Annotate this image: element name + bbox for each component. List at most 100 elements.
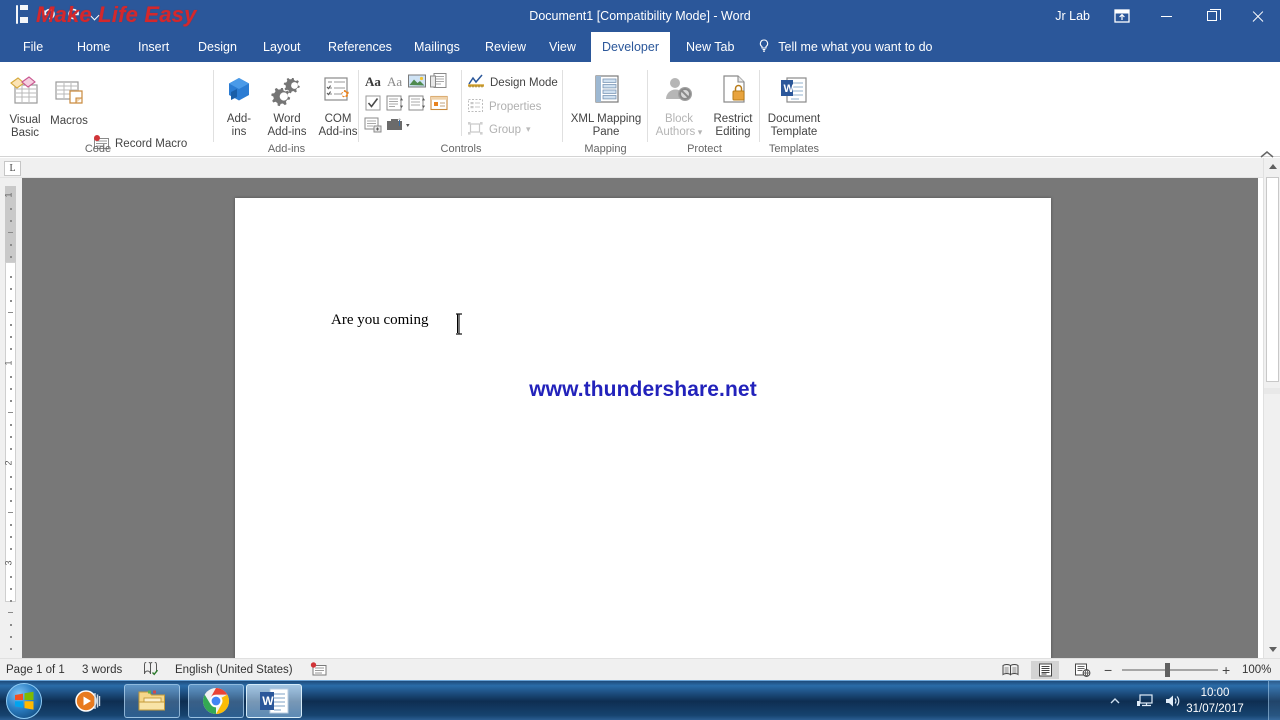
tab-stop-selector[interactable]: L xyxy=(4,161,21,176)
restrict-editing-label-1: Restrict xyxy=(713,113,753,125)
tab-view[interactable]: View xyxy=(538,32,587,62)
repeating-section-content-control-icon[interactable] xyxy=(363,116,383,134)
network-icon[interactable] xyxy=(1134,690,1156,712)
document-canvas[interactable]: Are you coming www.thundershare.net xyxy=(22,178,1258,698)
svg-text:Aa: Aa xyxy=(365,74,381,89)
picture-content-control-icon[interactable] xyxy=(407,72,427,90)
account-user-name[interactable]: Jr Lab xyxy=(1055,0,1090,32)
zoom-out-button[interactable]: − xyxy=(1104,659,1112,681)
start-orb[interactable] xyxy=(6,683,42,719)
macros-label: Macros xyxy=(50,115,88,127)
tab-references[interactable]: References xyxy=(317,32,403,62)
tab-new-tab[interactable]: New Tab xyxy=(675,32,745,62)
plain-text-content-control-icon[interactable]: Aa xyxy=(385,72,405,90)
windows-taskbar: W 10:00 31/07/2017 xyxy=(0,680,1280,720)
tab-mailings[interactable]: Mailings xyxy=(403,32,471,62)
vertical-scrollbar[interactable] xyxy=(1263,158,1280,658)
horizontal-ruler[interactable]: 1 1 2 3 4 5 6 xyxy=(0,158,1280,340)
show-desktop-button[interactable] xyxy=(1268,681,1280,720)
drop-down-list-content-control-icon[interactable] xyxy=(407,94,427,112)
ribbon-group-controls: Aa Aa Design Mode Properties Group ▾ Con… xyxy=(359,62,563,157)
scroll-up-button[interactable] xyxy=(1264,158,1280,175)
date-picker-content-control-icon[interactable] xyxy=(429,94,449,112)
addins-button[interactable]: Add- ins xyxy=(218,70,260,140)
zoom-in-button[interactable]: + xyxy=(1222,659,1230,681)
windows-media-player-taskbar-icon[interactable] xyxy=(60,684,116,718)
group-label-addins: Add-ins xyxy=(267,143,306,155)
vertical-ruler[interactable]: 1 1 2 3 xyxy=(0,178,22,658)
tab-layout[interactable]: Layout xyxy=(252,32,312,62)
document-template-button[interactable]: W Document Template xyxy=(762,70,826,140)
google-chrome-taskbar-icon[interactable] xyxy=(188,684,244,718)
close-button[interactable] xyxy=(1235,0,1280,32)
legacy-tools-icon[interactable] xyxy=(385,116,415,134)
scroll-down-button[interactable] xyxy=(1264,641,1280,658)
building-block-gallery-icon[interactable] xyxy=(429,72,449,90)
block-authors-label-2: Authors xyxy=(655,126,696,138)
ribbon: Visual Basic Macros Record Macro Code Ad… xyxy=(0,62,1280,195)
document-page[interactable]: Are you coming www.thundershare.net xyxy=(235,198,1051,698)
macros-button[interactable]: Macros xyxy=(48,70,90,140)
visual-basic-button[interactable]: Visual Basic xyxy=(4,70,46,140)
restrict-editing-button[interactable]: Restrict Editing xyxy=(707,70,759,140)
addins-icon xyxy=(222,78,256,111)
web-layout-view-button[interactable] xyxy=(1068,661,1096,679)
tab-developer[interactable]: Developer xyxy=(591,32,670,62)
combo-box-content-control-icon[interactable] xyxy=(385,94,405,112)
properties-icon xyxy=(467,98,484,116)
microsoft-word-taskbar-icon[interactable]: W xyxy=(246,684,302,718)
rich-text-content-control-icon[interactable]: Aa xyxy=(363,72,383,90)
addins-label-2: ins xyxy=(231,126,247,138)
word-application-window: Make Life Easy Document1 [Compatibility … xyxy=(0,0,1280,720)
tab-file[interactable]: File xyxy=(12,32,54,62)
ribbon-group-mapping: XML Mapping Pane Mapping xyxy=(563,62,648,157)
zoom-slider-track[interactable] xyxy=(1122,669,1218,671)
tab-design[interactable]: Design xyxy=(187,32,248,62)
design-mode-label: Design Mode xyxy=(490,76,558,89)
com-addins-button[interactable]: COM Add-ins xyxy=(313,70,363,140)
scrollbar-thumb[interactable] xyxy=(1266,177,1279,382)
document-body-text[interactable]: Are you coming xyxy=(331,312,428,329)
document-template-label-1: Document xyxy=(767,113,821,125)
word-addins-button[interactable]: Word Add-ins xyxy=(262,70,312,140)
print-layout-view-button[interactable] xyxy=(1031,661,1059,679)
word-addins-label-1: Word xyxy=(273,113,301,125)
tab-review[interactable]: Review xyxy=(474,32,537,62)
block-authors-button: Block Authors ▾ xyxy=(653,70,705,140)
file-explorer-taskbar-icon[interactable] xyxy=(124,684,180,718)
record-macro-status-icon[interactable] xyxy=(310,659,330,681)
language-indicator[interactable]: English (United States) xyxy=(175,659,293,681)
ribbon-display-options-icon[interactable] xyxy=(1112,7,1132,25)
zoom-slider-thumb[interactable] xyxy=(1165,663,1170,677)
document-template-icon: W xyxy=(777,77,811,111)
zoom-level-label[interactable]: 100% xyxy=(1242,659,1271,681)
restrict-editing-label-2: Editing xyxy=(715,126,751,138)
xml-mapping-pane-button[interactable]: XML Mapping Pane xyxy=(565,70,647,140)
visual-basic-label-2: Basic xyxy=(10,127,40,139)
group-label-templates: Templates xyxy=(768,143,820,155)
word-count[interactable]: 3 words xyxy=(82,659,122,681)
xml-mapping-label-2: Pane xyxy=(592,126,620,138)
thundershare-watermark: www.thundershare.net xyxy=(529,378,757,401)
check-box-content-control-icon[interactable] xyxy=(363,94,383,112)
design-mode-button[interactable]: Design Mode xyxy=(467,72,558,93)
tab-insert[interactable]: Insert xyxy=(127,32,180,62)
taskbar-clock[interactable]: 10:00 31/07/2017 xyxy=(1172,685,1258,717)
macros-icon xyxy=(51,81,87,115)
svg-text:W: W xyxy=(784,83,795,95)
page-indicator[interactable]: Page 1 of 1 xyxy=(6,659,65,681)
block-authors-icon xyxy=(662,78,696,111)
proofing-errors-icon[interactable] xyxy=(143,659,161,681)
scrollbar-split-marker[interactable] xyxy=(1264,388,1280,394)
show-hidden-icons-arrow[interactable] xyxy=(1104,690,1126,712)
group-icon xyxy=(467,121,484,139)
tab-home[interactable]: Home xyxy=(66,32,121,62)
tell-me-search[interactable]: Tell me what you want to do xyxy=(758,32,933,62)
minimize-button[interactable] xyxy=(1144,0,1189,32)
text-ibeam-cursor xyxy=(454,313,464,335)
ribbon-group-protect: Block Authors ▾ Restrict Editing Protect xyxy=(649,62,760,157)
group-label-mapping: Mapping xyxy=(584,143,627,155)
ribbon-group-addins: Add- ins Word Add-ins COM Add-ins Add-in… xyxy=(214,62,359,157)
read-mode-view-button[interactable] xyxy=(996,661,1024,679)
restore-button[interactable] xyxy=(1189,0,1234,32)
